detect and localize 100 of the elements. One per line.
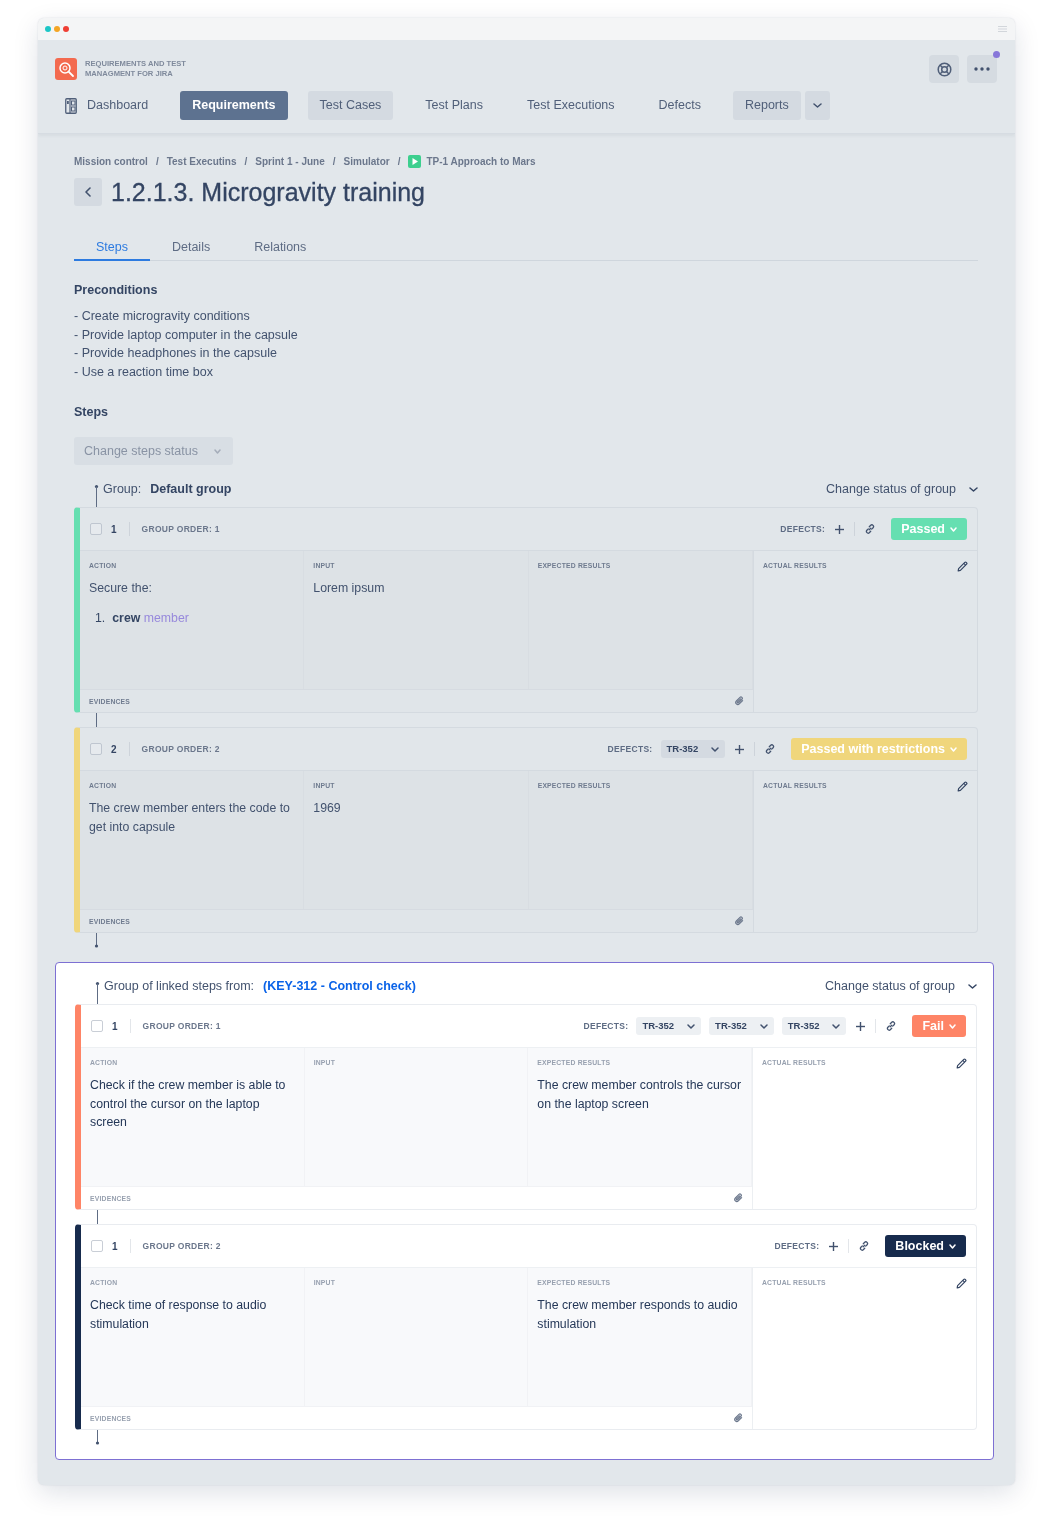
defects-label: DEFECTS: (774, 1239, 820, 1253)
nav-tab[interactable]: Test Plans (413, 91, 496, 120)
group-link[interactable]: (KEY-312 - Control check) (263, 976, 416, 996)
window-dot-icon (45, 26, 51, 32)
defect-dropdown[interactable]: TR-352 (781, 1017, 847, 1035)
section-heading: Preconditions (74, 282, 159, 299)
field-text: Secure the: (89, 580, 153, 597)
caret-down-icon (949, 1023, 956, 1029)
defect-dropdown[interactable]: TR-352 (636, 1017, 702, 1035)
checkbox[interactable] (91, 1020, 103, 1032)
section-heading: Steps (74, 404, 110, 421)
nav-tab[interactable]: Test Executions (515, 91, 627, 120)
pencil-icon[interactable] (957, 781, 968, 792)
group-status-dropdown[interactable]: Change status of group (826, 479, 978, 499)
connector-line (95, 982, 100, 1004)
lifebuoy-icon (936, 61, 952, 77)
link-icon[interactable] (886, 1021, 897, 1031)
defects-label: DEFECTS: (780, 522, 826, 536)
group-order-label: GROUP ORDER: 2 (141, 742, 220, 756)
breadcrumb-separator: / (155, 155, 159, 168)
paperclip-icon[interactable] (734, 1413, 743, 1423)
link-icon[interactable] (765, 744, 776, 754)
plus-icon[interactable] (835, 524, 845, 534)
tab[interactable]: Details (149, 235, 233, 261)
pencil-icon[interactable] (956, 1058, 967, 1069)
status-dropdown[interactable]: Blocked (885, 1235, 966, 1257)
play-icon (408, 155, 422, 168)
nav-tab[interactable]: Test Cases (307, 91, 394, 120)
connector-line (94, 485, 99, 507)
field-text: Check if the crew member is able to control the cursor on the laptop screen (90, 1077, 287, 1131)
page-title: 1.2.1.3. Microgravity training (111, 177, 426, 207)
nav-tab[interactable]: Requirements (180, 91, 288, 120)
notification-dot-icon (993, 51, 1000, 58)
checkbox[interactable] (90, 743, 102, 755)
precondition-text: - Use a reaction time box (74, 363, 214, 381)
field-text: The crew member enters the code to get into capsule (89, 800, 291, 836)
text-link[interactable]: member (143, 610, 189, 625)
paperclip-icon[interactable] (735, 696, 744, 706)
step-number: 1 (112, 1239, 118, 1254)
field-text: Lorem ipsum (313, 580, 386, 597)
link-icon[interactable] (865, 524, 876, 534)
group-name: Default group (150, 481, 232, 498)
group-label: Group of linked steps from: (104, 978, 255, 995)
field-text: Check time of response to audio stimulation (90, 1297, 268, 1333)
pencil-icon[interactable] (957, 561, 968, 572)
checkbox[interactable] (90, 523, 102, 535)
tab[interactable]: Relations (232, 235, 329, 261)
precondition-text: - Create microgravity conditions (74, 308, 251, 325)
list-item: 1. crew member (94, 609, 190, 627)
pencil-icon[interactable] (956, 1278, 967, 1289)
nav-tab[interactable]: Dashboard (53, 91, 161, 120)
group-order-label: GROUP ORDER: 1 (141, 522, 220, 536)
status-dropdown[interactable]: Fail (912, 1015, 966, 1037)
field-text: The crew member responds to audio stimulation (537, 1297, 739, 1333)
defects-label: DEFECTS: (607, 742, 653, 756)
caret-down-icon (812, 103, 822, 108)
caret-down-icon (214, 448, 221, 454)
group-order-label: GROUP ORDER: 2 (142, 1239, 221, 1253)
field-text: 1969 (313, 800, 342, 817)
breadcrumb-link[interactable]: Mission control (74, 155, 148, 168)
defect-dropdown[interactable]: TR-352 (709, 1017, 774, 1035)
defect-dropdown[interactable]: TR-352 (660, 740, 726, 758)
caret-down-icon (711, 746, 720, 752)
paperclip-icon[interactable] (734, 1193, 743, 1203)
plus-icon[interactable] (856, 1021, 866, 1031)
paperclip-icon[interactable] (735, 916, 744, 926)
connector-line (94, 713, 99, 727)
breadcrumb-link[interactable]: Simulator (343, 155, 390, 168)
link-icon[interactable] (859, 1241, 870, 1251)
breadcrumb-link[interactable]: Test Executins (166, 155, 237, 168)
breadcrumb-separator: / (244, 155, 248, 168)
logo-icon (55, 58, 77, 80)
caret-down-icon (950, 526, 957, 532)
step-number: 2 (111, 742, 117, 757)
group-status-dropdown[interactable]: Change status of group (825, 976, 977, 996)
precondition-text: - Provide laptop computer in the capsule (74, 326, 299, 344)
caret-down-icon (832, 1023, 841, 1029)
checkbox[interactable] (91, 1240, 103, 1252)
field-text: The crew member controls the cursor on the laptop screen (537, 1077, 742, 1113)
defects-label: DEFECTS: (583, 1019, 629, 1033)
nav-tab[interactable]: Defects (646, 91, 713, 120)
connector-line (94, 933, 99, 948)
window-dot-icon (63, 26, 69, 32)
step-number: 1 (112, 1019, 118, 1034)
plus-icon[interactable] (829, 1241, 839, 1251)
caret-down-icon (969, 486, 978, 492)
connector-line (95, 1210, 100, 1224)
group-order-label: GROUP ORDER: 1 (142, 1019, 221, 1033)
dashboard-icon (65, 97, 77, 114)
plus-icon[interactable] (735, 744, 745, 754)
connector-line (95, 1430, 100, 1445)
nav-tab[interactable]: Reports (732, 91, 801, 120)
breadcrumb-link[interactable]: Sprint 1 - June (255, 155, 325, 168)
step-number: 1 (111, 522, 117, 537)
precondition-text: - Provide headphones in the capsule (74, 345, 278, 362)
more-icon (974, 67, 990, 71)
breadcrumb-link[interactable]: TP-1 Approach to Mars (408, 155, 536, 168)
caret-down-icon (687, 1023, 696, 1029)
help-button[interactable] (929, 55, 959, 83)
tab[interactable]: Steps (74, 235, 150, 261)
